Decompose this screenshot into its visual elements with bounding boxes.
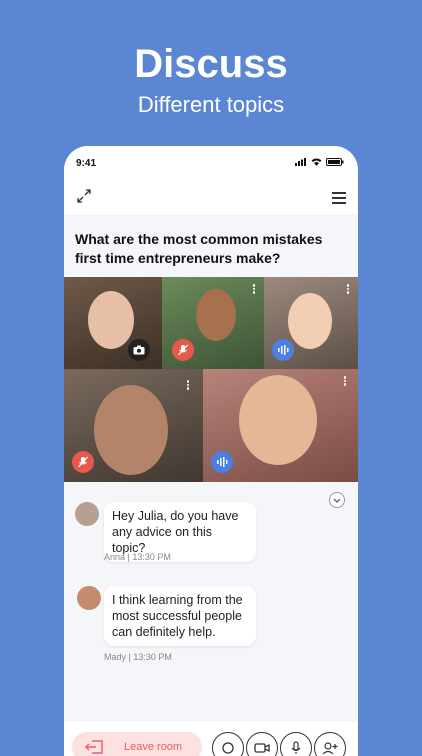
video-tile-participant-4[interactable]	[64, 369, 203, 482]
participant-face	[88, 291, 134, 349]
mic-muted-icon	[72, 451, 94, 473]
hero-title: Discuss	[134, 42, 288, 86]
video-tile-participant-5[interactable]	[203, 369, 358, 482]
message-time: 13:30 PM	[133, 652, 172, 662]
video-tile-participant-1[interactable]	[64, 277, 162, 369]
message-meta: Mady | 13:30 PM	[104, 652, 172, 662]
message-text: I think learning from the most successfu…	[112, 593, 243, 639]
status-time: 9:41	[76, 158, 97, 169]
topic-question: What are the most common mistakes first …	[75, 231, 323, 266]
avatar	[77, 586, 101, 610]
speaking-icon	[272, 339, 294, 361]
message-author: Anna	[104, 552, 126, 562]
message-time: 13:30 PM	[132, 552, 171, 562]
video-button[interactable]	[246, 732, 278, 756]
chevron-down-icon[interactable]	[329, 492, 345, 508]
leave-room-button[interactable]: Leave room	[72, 732, 202, 756]
wifi-icon	[311, 158, 322, 166]
more-options-icon[interactable]	[343, 375, 347, 387]
status-icons	[295, 158, 344, 166]
mic-muted-icon	[172, 339, 194, 361]
phone-frame: 9:41 What are the most common mistakes f…	[64, 146, 358, 756]
exit-icon	[85, 740, 103, 754]
speaking-icon	[211, 451, 233, 473]
room-toolbar	[64, 180, 358, 214]
status-bar: 9:41	[64, 146, 358, 180]
chat-message: I think learning from the most successfu…	[104, 586, 256, 646]
microphone-icon	[291, 741, 301, 754]
video-camera-icon	[254, 743, 270, 753]
message-meta: Anna | 13:30 PM	[104, 552, 171, 562]
participant-face	[288, 293, 332, 349]
expand-icon[interactable]	[76, 188, 92, 204]
video-tile-participant-2[interactable]	[162, 277, 264, 369]
leave-room-label: Leave room	[124, 741, 183, 753]
battery-icon	[326, 158, 344, 166]
add-user-button[interactable]	[314, 732, 346, 756]
chat-bubble-icon	[222, 742, 234, 754]
camera-icon[interactable]	[128, 339, 150, 361]
more-options-icon[interactable]	[252, 283, 256, 295]
chat-button[interactable]	[212, 732, 244, 756]
message-author: Mady	[104, 652, 127, 662]
video-tile-participant-3[interactable]	[264, 277, 358, 369]
participant-face	[196, 289, 236, 341]
hero-subtitle: Different topics	[137, 92, 285, 117]
message-text: Hey Julia, do you have any advice on thi…	[112, 509, 239, 555]
menu-icon[interactable]	[332, 192, 346, 204]
add-user-icon	[322, 742, 338, 755]
participant-face	[94, 385, 168, 475]
microphone-button[interactable]	[280, 732, 312, 756]
signal-icon	[295, 158, 306, 166]
more-options-icon[interactable]	[186, 379, 190, 391]
participant-face	[239, 375, 317, 465]
avatar	[75, 502, 99, 526]
call-controls: Leave room	[64, 722, 358, 756]
more-options-icon[interactable]	[346, 283, 350, 295]
